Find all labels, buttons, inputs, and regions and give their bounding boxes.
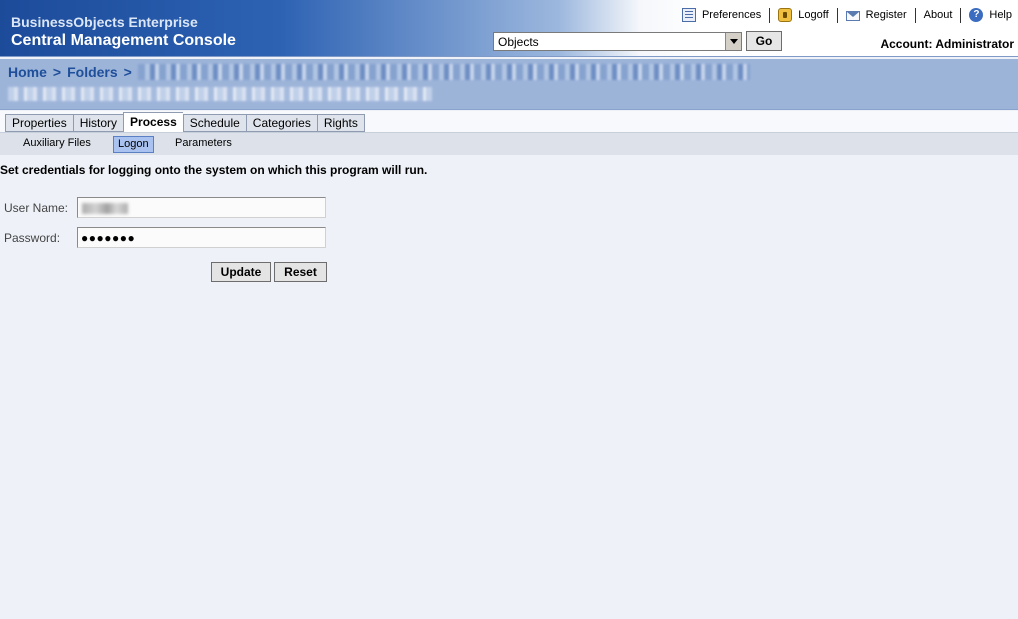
password-label: Password: <box>4 231 61 245</box>
tab-list: Properties History Process Schedule Cate… <box>5 112 365 132</box>
register-envelope-icon <box>845 11 860 21</box>
logoff-label: Logoff <box>798 9 829 21</box>
console-title: Central Management Console <box>11 32 236 49</box>
subtab-auxiliary-files[interactable]: Auxiliary Files <box>19 136 95 153</box>
objects-dropdown-value: Objects <box>498 35 539 49</box>
tab-schedule[interactable]: Schedule <box>182 114 246 132</box>
instructions-text: Set credentials for logging onto the sys… <box>0 163 428 177</box>
breadcrumb-folders[interactable]: Folders <box>67 64 118 80</box>
help-icon: ? <box>969 8 984 22</box>
redacted-object-path <box>138 64 750 80</box>
breadcrumb-separator: > <box>52 64 62 80</box>
tab-categories[interactable]: Categories <box>245 114 317 132</box>
redacted-username <box>82 203 128 214</box>
redacted-object-title <box>8 87 432 101</box>
tab-process[interactable]: Process <box>123 112 183 132</box>
tab-properties[interactable]: Properties <box>5 114 73 132</box>
chevron-down-icon[interactable] <box>725 33 741 50</box>
username-label: User Name: <box>4 201 69 215</box>
subtab-logon[interactable]: Logon <box>113 136 154 153</box>
preferences-link[interactable]: Preferences <box>674 8 769 22</box>
help-link[interactable]: ? Help <box>961 8 1012 22</box>
breadcrumb-home[interactable]: Home <box>8 64 47 80</box>
header-banner: BusinessObjects Enterprise Central Manag… <box>0 0 1018 57</box>
about-label: About <box>923 9 953 21</box>
logoff-icon <box>778 8 793 22</box>
reset-button[interactable]: Reset <box>274 262 327 282</box>
top-links: Preferences Logoff Register About ? Help <box>674 6 1012 24</box>
tabs-bar: Properties History Process Schedule Cate… <box>0 111 1018 132</box>
breadcrumb-separator: > <box>123 64 132 80</box>
tab-history[interactable]: History <box>72 114 124 132</box>
preferences-label: Preferences <box>701 9 762 21</box>
preferences-icon <box>681 8 696 22</box>
update-button[interactable]: Update <box>211 262 271 282</box>
tab-rights[interactable]: Rights <box>316 114 365 132</box>
subtabs-bar: Auxiliary Files Logon Parameters <box>0 132 1018 155</box>
go-button[interactable]: Go <box>746 31 782 51</box>
breadcrumb: Home > Folders > <box>8 64 138 80</box>
subtab-parameters[interactable]: Parameters <box>171 136 236 153</box>
product-name: BusinessObjects Enterprise <box>11 14 198 30</box>
objects-dropdown[interactable]: Objects <box>493 32 742 51</box>
register-label: Register <box>865 9 907 21</box>
logoff-link[interactable]: Logoff <box>770 8 836 22</box>
register-link[interactable]: Register <box>838 9 915 21</box>
account-label: Account: Administrator <box>880 37 1014 51</box>
about-link[interactable]: About <box>916 9 961 21</box>
password-mask: ●●●●●●● <box>81 231 136 245</box>
help-label: Help <box>989 9 1012 21</box>
